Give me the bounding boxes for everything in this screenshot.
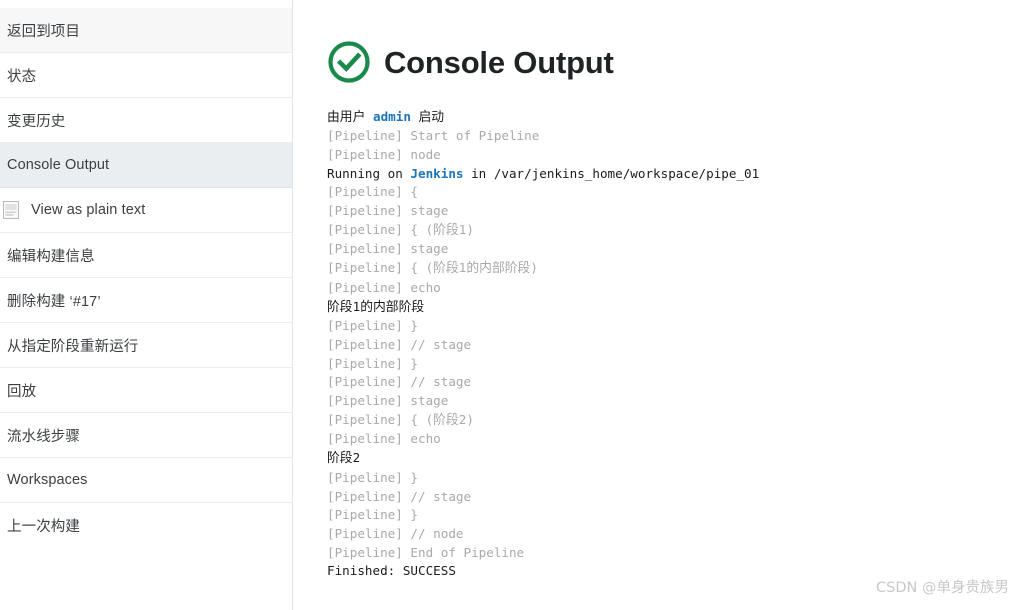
sidebar-item-label: Console Output — [7, 157, 110, 173]
sidebar-item-6[interactable]: 编辑构建信息 — [0, 233, 292, 278]
page-header: Console Output — [327, 26, 1029, 99]
sidebar-item-12[interactable]: 上一次构建 — [0, 503, 292, 548]
sidebar-item-5[interactable]: View as plain text — [0, 188, 292, 233]
sidebar-item-label: 返回到项目 — [7, 23, 80, 40]
log-line-pipeline: [Pipeline] stage — [327, 241, 449, 257]
log-line-pipeline: [Pipeline] stage — [327, 393, 449, 409]
log-line-pipeline: [Pipeline] stage — [327, 203, 449, 219]
sidebar-item-9[interactable]: 回放 — [0, 368, 292, 413]
document-icon — [0, 201, 31, 219]
log-line-pipeline: [Pipeline] { (阶段2) — [327, 411, 474, 428]
sidebar-item-label: 状态 — [7, 68, 37, 85]
log-line-pipeline: [Pipeline] // node — [327, 526, 464, 541]
sidebar-item-11[interactable]: Workspaces — [0, 458, 292, 503]
sidebar-item-label: 流水线步骤 — [7, 428, 80, 445]
log-line-pipeline: [Pipeline] node — [327, 146, 441, 162]
sidebar-item-label: 回放 — [7, 383, 37, 400]
sidebar-item-label: 编辑构建信息 — [7, 248, 95, 265]
log-line-started-by: 由用户 admin 启动 — [327, 108, 445, 125]
log-line-pipeline: [Pipeline] End of Pipeline — [327, 544, 525, 560]
log-line-pipeline: [Pipeline] } — [327, 507, 418, 523]
sidebar-item-label: Workspaces — [7, 472, 88, 488]
user-link[interactable]: admin — [373, 109, 411, 124]
sidebar-item-label: View as plain text — [31, 202, 146, 218]
sidebar-item-4[interactable]: Console Output — [0, 143, 292, 188]
sidebar-item-10[interactable]: 流水线步骤 — [0, 413, 292, 458]
log-line-pipeline: [Pipeline] } — [327, 355, 418, 371]
sidebar-item-1[interactable]: 返回到项目 — [0, 8, 292, 53]
log-line-pipeline: [Pipeline] echo — [327, 431, 441, 447]
page-title: Console Output — [384, 44, 614, 80]
log-line-pipeline: [Pipeline] { (阶段1的内部阶段) — [327, 260, 538, 277]
sidebar-item-label: 上一次构建 — [7, 519, 80, 535]
sidebar: 返回到项目状态变更历史 Console Output View as plain t… — [0, 0, 293, 610]
main-content: Console Output 由用户 admin 启动 [Pipeline] St… — [293, 0, 1029, 610]
log-line-echo-output: 阶段2 — [327, 450, 361, 467]
watermark: CSDN @单身贵族男 — [876, 580, 1009, 596]
log-line-pipeline: [Pipeline] // stage — [327, 374, 472, 390]
log-line-pipeline: [Pipeline] } — [327, 469, 418, 485]
log-line-pipeline: [Pipeline] } — [327, 318, 418, 334]
sidebar-item-8[interactable]: 从指定阶段重新运行 — [0, 323, 292, 368]
node-link[interactable]: Jenkins — [410, 166, 463, 181]
console-output-log: 由用户 admin 启动 [Pipeline] Start of Pipeline… — [327, 108, 987, 582]
log-line-echo-output: 阶段1的内部阶段 — [327, 298, 425, 315]
sidebar-item-label: 删除构建 ‘#17’ — [7, 293, 101, 310]
page-root: 返回到项目状态变更历史 Console Output View as plain t… — [0, 0, 1029, 610]
log-line-pipeline: [Pipeline] { — [327, 184, 418, 200]
sidebar-item-7[interactable]: 删除构建 ‘#17’ — [0, 278, 292, 323]
sidebar-item-3[interactable]: 变更历史 — [0, 98, 292, 143]
log-line-pipeline: [Pipeline] // stage — [327, 488, 472, 504]
log-line-running-on: Running on Jenkins in /var/jenkins_home/… — [327, 165, 760, 181]
log-line-pipeline: [Pipeline] { (阶段1) — [327, 221, 474, 238]
sidebar-item-label: 变更历史 — [7, 113, 66, 130]
sidebar-item-2[interactable]: 状态 — [0, 53, 292, 98]
sidebar-item-label: 从指定阶段重新运行 — [7, 338, 139, 355]
log-line-pipeline: [Pipeline] echo — [327, 279, 441, 295]
log-line-pipeline: [Pipeline] Start of Pipeline — [327, 128, 540, 144]
log-line-pipeline: [Pipeline] // stage — [327, 336, 472, 352]
success-check-circle-icon — [327, 40, 371, 84]
